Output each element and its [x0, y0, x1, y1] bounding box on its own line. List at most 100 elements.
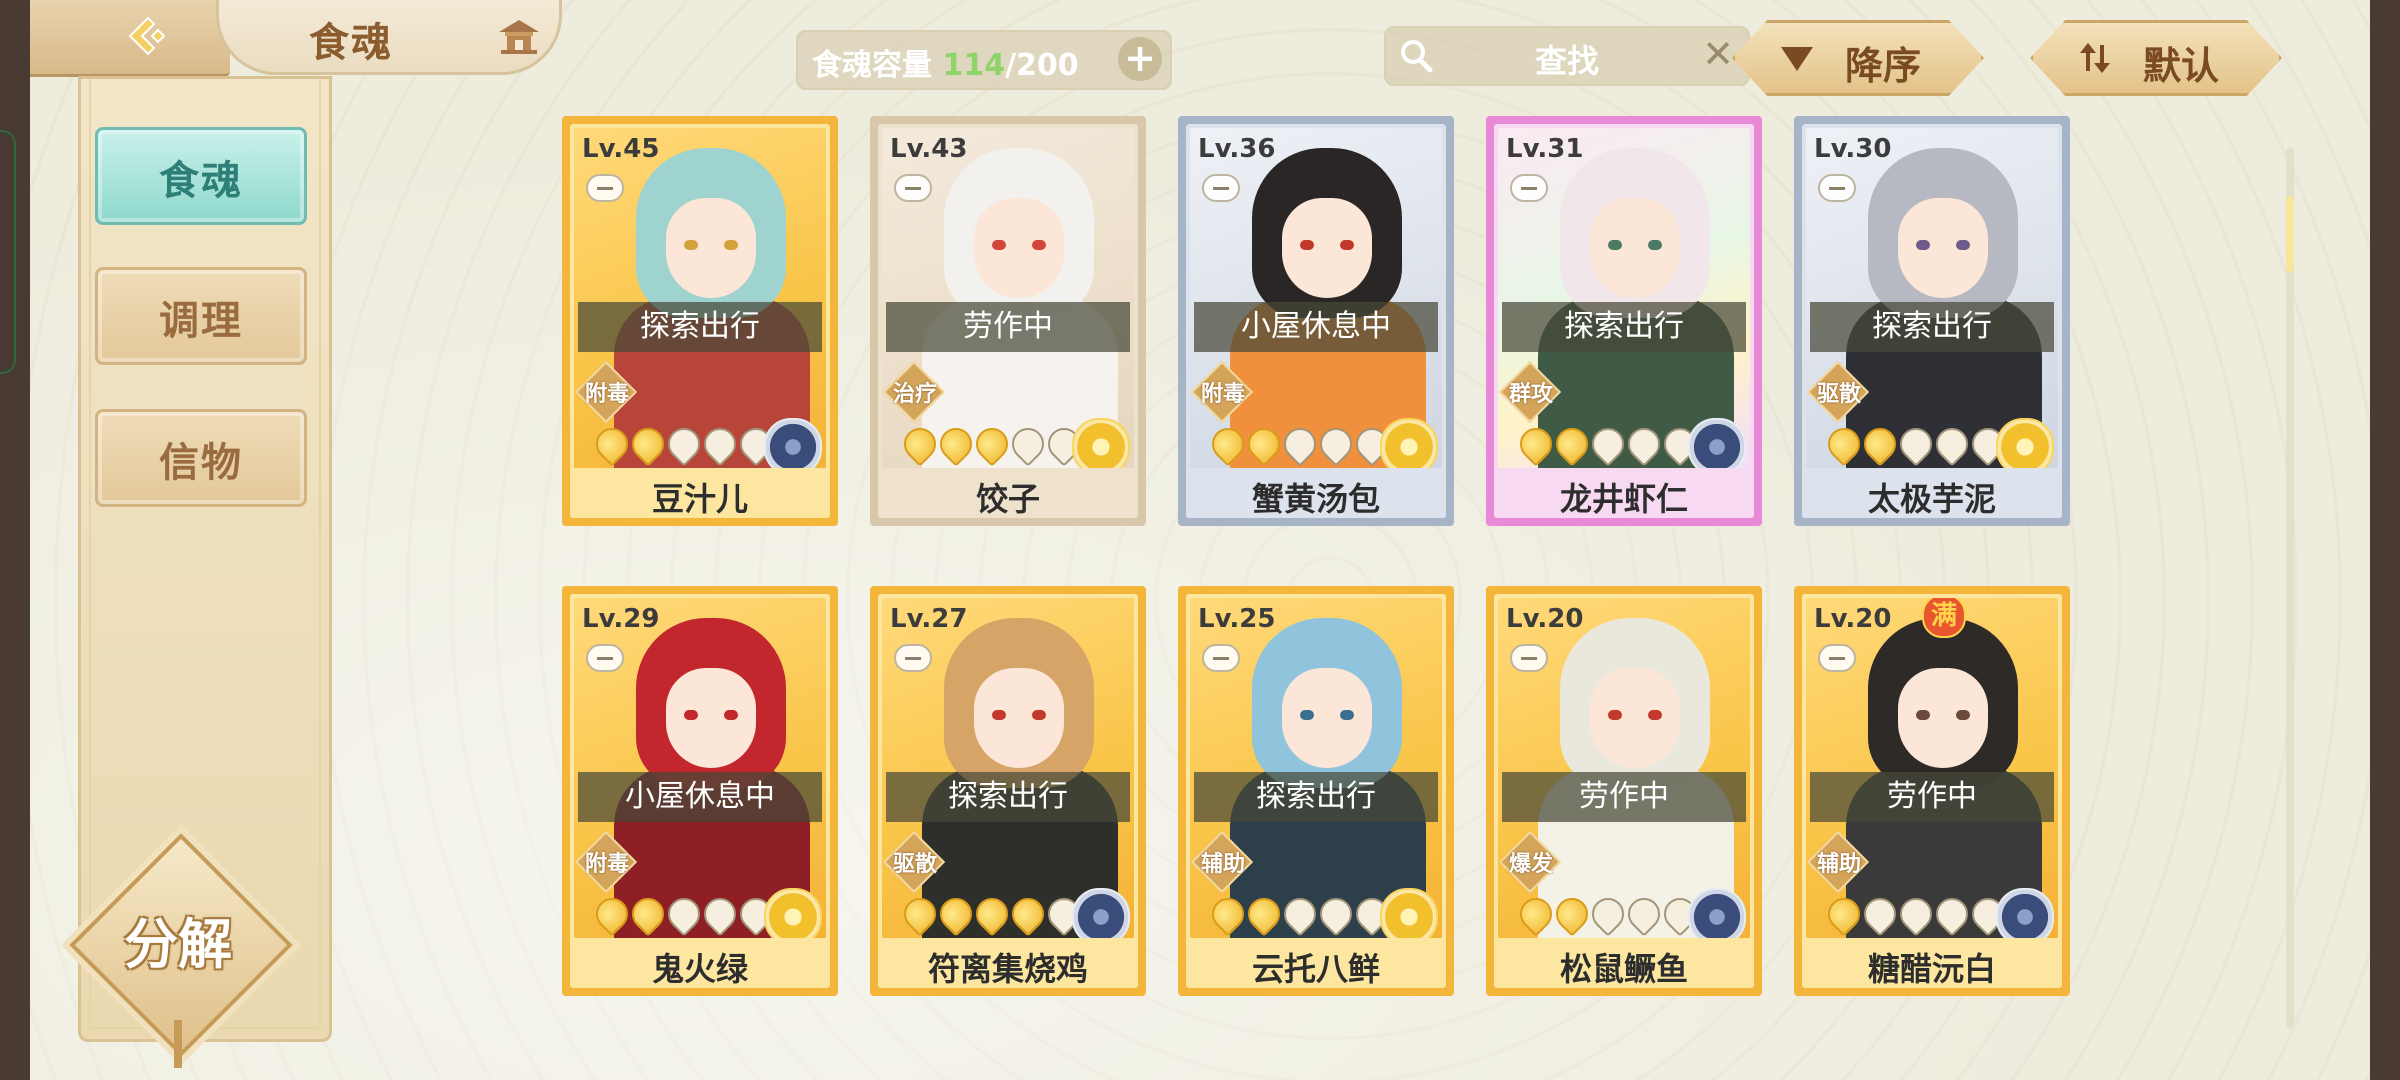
character-face	[666, 198, 756, 298]
lock-toggle-icon[interactable]	[894, 174, 932, 202]
role-badge: 驱散	[882, 830, 946, 894]
title-tab: 食魂	[216, 0, 562, 75]
role-badge: 附毒	[574, 830, 638, 894]
rarity-star-icon	[1893, 421, 1939, 467]
tassel-decoration	[174, 1020, 182, 1068]
level-label: Lv.45	[582, 134, 660, 164]
sort-order-button[interactable]: 降序	[1732, 20, 1984, 96]
character-eye	[1956, 240, 1970, 250]
character-name: 符离集烧鸡	[927, 950, 1088, 988]
rarity-star-icon	[1313, 891, 1359, 937]
rarity-star-icon	[1585, 421, 1631, 467]
element-emblem-icon	[764, 888, 822, 938]
close-icon[interactable]: ✕	[1702, 32, 1734, 76]
food-soul-card[interactable]: 劳作中 Lv.20 满辅助 糖醋沅白	[1794, 586, 2070, 996]
search-input[interactable]: 查找	[1386, 36, 1748, 82]
lock-toggle-icon[interactable]	[1202, 174, 1240, 202]
character-face	[1282, 668, 1372, 768]
food-soul-card[interactable]: 探索出行 Lv.45 附毒 豆汁儿	[562, 116, 838, 526]
lock-toggle-icon[interactable]	[1202, 644, 1240, 672]
role-badge: 群攻	[1498, 360, 1562, 424]
character-portrait: 探索出行 Lv.27 驱散	[882, 598, 1134, 938]
rarity-star-icon	[1621, 891, 1667, 937]
sidebar-item-food-souls[interactable]: 食魂	[95, 127, 307, 225]
food-soul-card[interactable]: 探索出行 Lv.25 辅助云托八鲜	[1178, 586, 1454, 996]
role-badge: 辅助	[1806, 830, 1870, 894]
character-name: 饺子	[975, 480, 1040, 518]
lock-toggle-icon[interactable]	[586, 644, 624, 672]
level-label: Lv.25	[1198, 604, 1276, 634]
rarity-star-icon	[969, 421, 1015, 467]
character-eye	[992, 710, 1006, 720]
role-label: 辅助	[1200, 852, 1245, 877]
character-eye	[1300, 240, 1314, 250]
expand-capacity-button[interactable]: +	[1118, 37, 1162, 81]
character-eye	[1956, 710, 1970, 720]
character-eye	[1032, 240, 1046, 250]
rarity-star-icon	[1513, 421, 1559, 467]
status-label: 探索出行	[1194, 772, 1438, 822]
rarity-star-icon	[897, 421, 943, 467]
sort-mode-button[interactable]: 默认	[2030, 20, 2282, 96]
food-soul-card[interactable]: 小屋休息中 Lv.29 附毒 鬼火绿	[562, 586, 838, 996]
role-badge: 驱散	[1806, 360, 1870, 424]
role-label: 爆发	[1508, 852, 1553, 877]
character-eye	[684, 240, 698, 250]
food-soul-card[interactable]: 探索出行 Lv.31 群攻 龙井虾仁	[1486, 116, 1762, 526]
rarity-star-icon	[1857, 421, 1903, 467]
lock-toggle-icon[interactable]	[894, 644, 932, 672]
character-name: 云托八鲜	[1251, 950, 1380, 988]
lock-toggle-icon[interactable]	[586, 174, 624, 202]
element-emblem-icon	[1380, 888, 1438, 938]
search-box[interactable]: 查找 ✕	[1384, 26, 1750, 86]
food-soul-card[interactable]: 探索出行 Lv.30 驱散 太极芋泥	[1794, 116, 2070, 526]
element-emblem-icon	[1380, 418, 1438, 468]
back-button[interactable]	[30, 0, 230, 77]
element-emblem-icon	[1688, 888, 1746, 938]
character-name: 松鼠鳜鱼	[1559, 950, 1688, 988]
character-eye	[684, 710, 698, 720]
character-face	[666, 668, 756, 768]
role-label: 附毒	[584, 852, 629, 877]
level-label: Lv.29	[582, 604, 660, 634]
character-eye	[1608, 240, 1622, 250]
sidebar-item-keepsakes[interactable]: 信物	[95, 409, 307, 507]
character-name: 太极芋泥	[1867, 480, 1996, 518]
sidebar-item-label: 调理	[159, 298, 243, 344]
character-name: 龙井虾仁	[1559, 480, 1688, 518]
lock-toggle-icon[interactable]	[1510, 174, 1548, 202]
character-face	[974, 668, 1064, 768]
rarity-star-icon	[661, 421, 707, 467]
rarity-star-icon	[697, 421, 743, 467]
food-soul-card[interactable]: 劳作中 Lv.43 治疗 饺子	[870, 116, 1146, 526]
sidebar-item-cooking[interactable]: 调理	[95, 267, 307, 365]
capacity-max: 200	[1016, 48, 1079, 83]
capacity-indicator: 食魂容量 114/200 +	[796, 30, 1172, 90]
max-level-badge: 满	[1922, 598, 1966, 638]
lock-toggle-icon[interactable]	[1818, 174, 1856, 202]
decompose-label[interactable]: 分解	[98, 900, 258, 979]
status-label: 劳作中	[1502, 772, 1746, 822]
food-soul-card[interactable]: 劳作中 Lv.20 爆发松鼠鳜鱼	[1486, 586, 1762, 996]
character-name: 蟹黄汤包	[1251, 480, 1380, 518]
rarity-star-icon	[1241, 891, 1287, 937]
status-label: 劳作中	[886, 302, 1130, 352]
scrollbar[interactable]	[2286, 148, 2294, 1028]
food-soul-card[interactable]: 探索出行 Lv.27 驱散符离集烧鸡	[870, 586, 1146, 996]
rarity-star-icon	[1929, 891, 1975, 937]
character-portrait: 劳作中 Lv.20 爆发	[1498, 598, 1750, 938]
role-label: 附毒	[1200, 382, 1245, 407]
page-title: 食魂	[309, 20, 393, 66]
rarity-star-icon	[897, 891, 943, 937]
role-label: 治疗	[892, 382, 937, 407]
pavilion-icon[interactable]	[497, 16, 541, 56]
rarity-star-icon	[1549, 891, 1595, 937]
rarity-star-icon	[1585, 891, 1631, 937]
lock-toggle-icon[interactable]	[1510, 644, 1548, 672]
character-eye	[1916, 710, 1930, 720]
food-soul-card[interactable]: 小屋休息中 Lv.36 附毒 蟹黄汤包	[1178, 116, 1454, 526]
character-face	[1590, 198, 1680, 298]
scrollbar-thumb[interactable]	[2286, 196, 2294, 272]
lock-toggle-icon[interactable]	[1818, 644, 1856, 672]
sort-order-label: 降序	[1845, 44, 1922, 88]
